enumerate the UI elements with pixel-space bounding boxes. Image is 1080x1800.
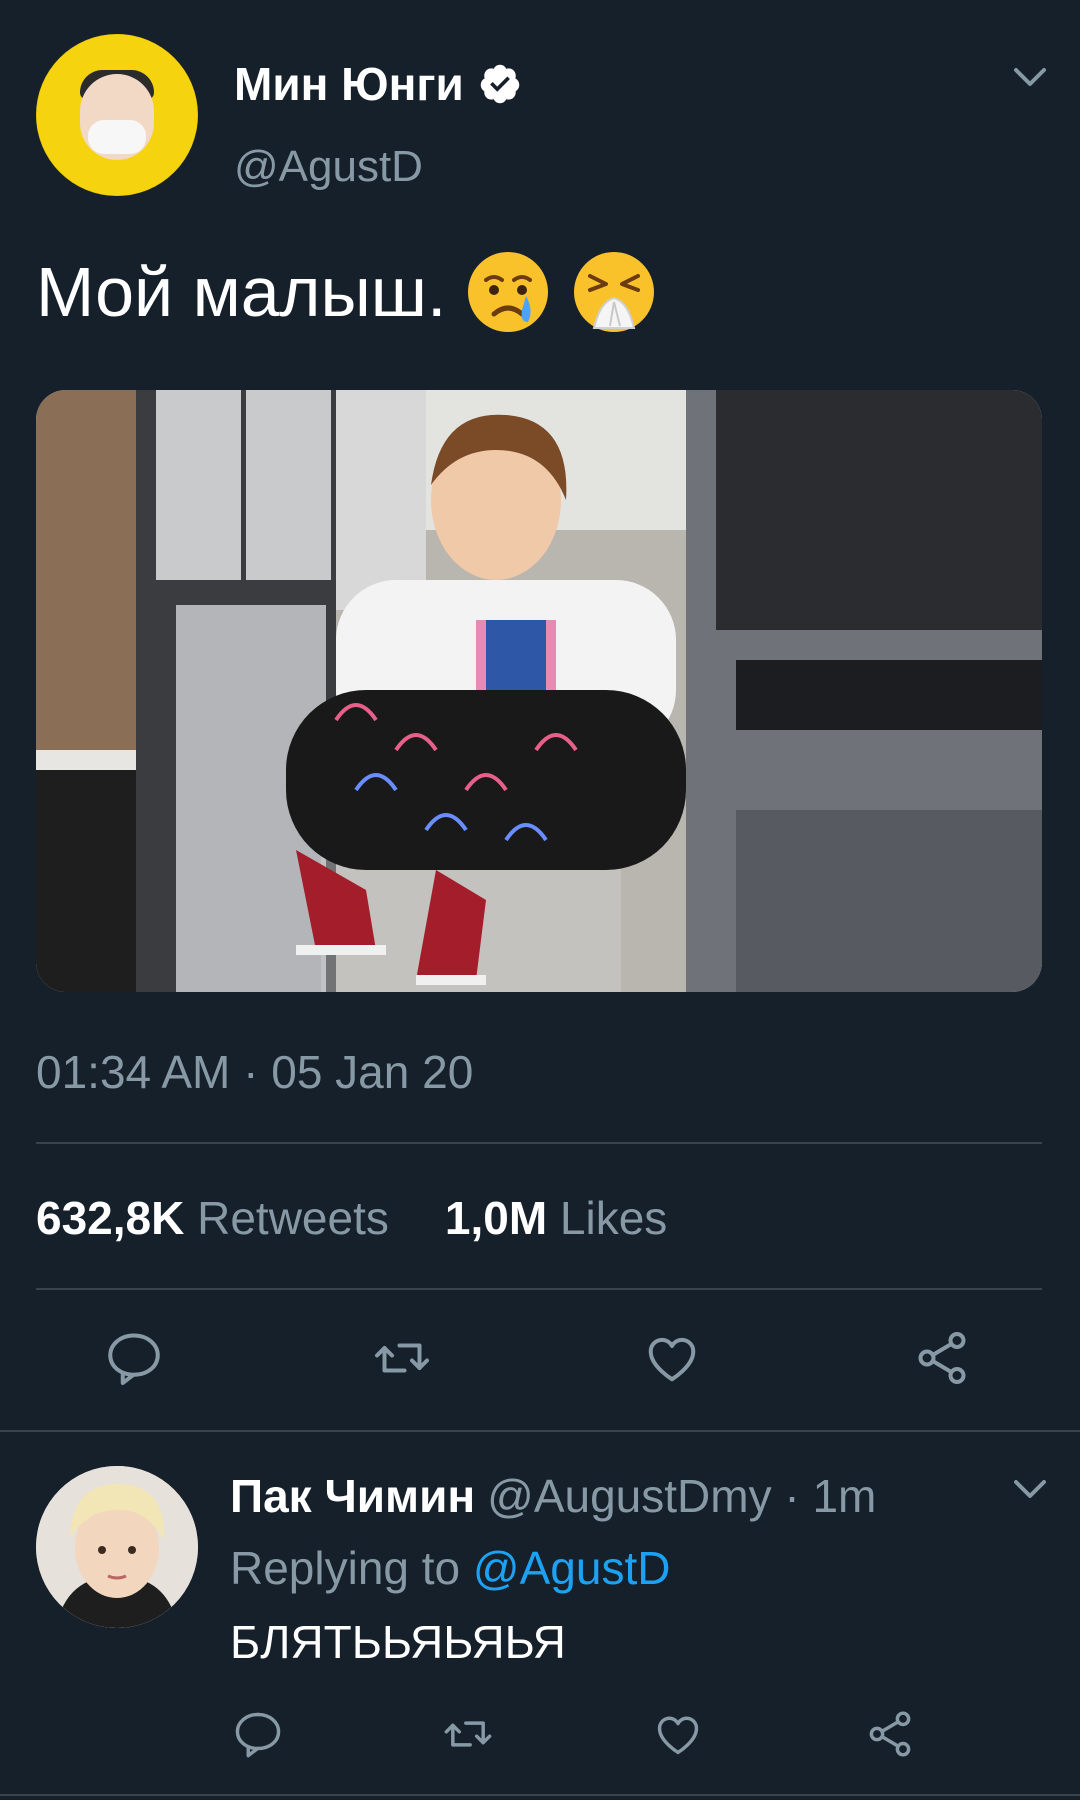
like-button[interactable] [642, 1328, 702, 1388]
reply-button[interactable] [104, 1328, 164, 1388]
reply-avatar[interactable] [36, 1466, 198, 1628]
reply-display-name[interactable]: Пак Чимин [230, 1466, 475, 1526]
reply-handle-time[interactable]: @AugustDmy · 1m [487, 1466, 876, 1526]
tweet-timestamp[interactable]: 01:34 AM · 05 Jan 20 [36, 1044, 473, 1100]
divider [0, 1430, 1080, 1432]
share-icon [918, 1332, 966, 1384]
share-button[interactable] [864, 1708, 916, 1760]
tweet-author-name[interactable]: Мин Юнги [234, 56, 522, 112]
tweet-text: Мой малыш. [36, 253, 447, 331]
replying-handle-link[interactable]: @AgustD [473, 1542, 671, 1594]
chevron-down-icon[interactable] [1010, 62, 1050, 92]
divider [36, 1142, 1042, 1144]
share-icon [869, 1711, 911, 1757]
retweet-icon [375, 1343, 429, 1373]
retweet-icon [444, 1721, 492, 1747]
crying-face-emoji [464, 248, 552, 336]
reply-icon [235, 1712, 281, 1758]
heart-icon [657, 1716, 699, 1755]
avatar[interactable] [36, 34, 198, 196]
sneezing-face-emoji [570, 248, 658, 336]
share-button[interactable] [912, 1328, 972, 1388]
reply-icon [108, 1333, 160, 1385]
verified-badge-icon [478, 62, 522, 106]
replying-to: Replying to @AgustD [230, 1538, 670, 1598]
reply-text: БЛЯТЬЬЯЬЯЬЯ [230, 1616, 566, 1668]
tweet-text-row: Мой малыш. [36, 248, 658, 336]
reply-button[interactable] [232, 1708, 284, 1760]
likes-label: Likes [559, 1192, 668, 1244]
retweets-label: Retweets [197, 1192, 389, 1244]
divider [0, 1794, 1080, 1796]
retweet-button[interactable] [372, 1328, 432, 1388]
retweets-count: 632,8K [36, 1192, 185, 1244]
likes-stat[interactable]: 1,0M Likes [445, 1190, 667, 1246]
tweet-stats: 632,8K Retweets 1,0M Likes [36, 1190, 667, 1246]
retweet-button[interactable] [442, 1708, 494, 1760]
heart-icon [648, 1337, 696, 1382]
author-handle[interactable]: @AgustD [234, 140, 423, 194]
chevron-down-icon[interactable] [1010, 1474, 1050, 1504]
likes-count: 1,0M [444, 1192, 548, 1244]
replying-prefix: Replying to [230, 1542, 461, 1594]
retweets-stat[interactable]: 632,8K Retweets [36, 1190, 389, 1246]
tweet-photo[interactable] [36, 390, 1042, 992]
display-name: Мин Юнги [234, 58, 464, 110]
like-button[interactable] [652, 1708, 704, 1760]
reply-header: Пак Чимин @AugustDmy · 1m [230, 1466, 876, 1526]
divider [36, 1288, 1042, 1290]
